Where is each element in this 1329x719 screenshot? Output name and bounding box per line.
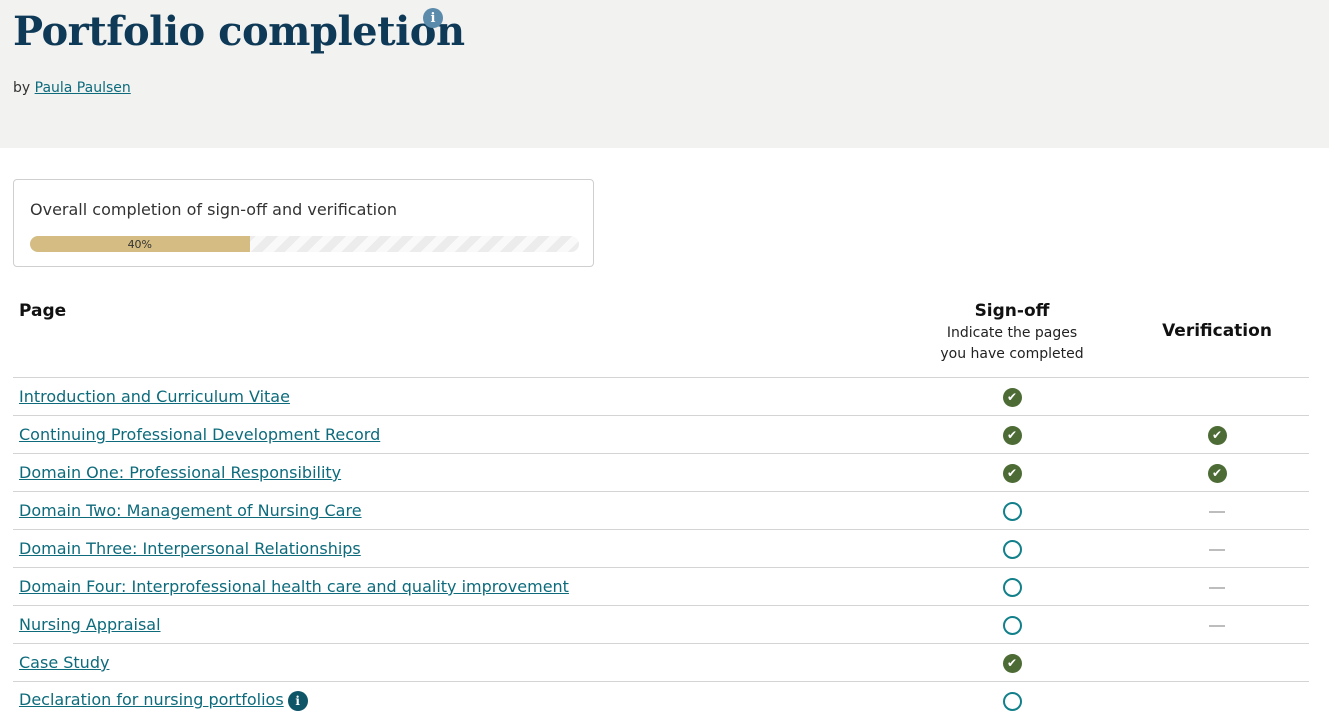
progress-percent: 40% <box>128 238 152 251</box>
signoff-cell <box>899 530 1125 568</box>
table-row: Introduction and Curriculum Vitae ✔ <box>13 378 1309 416</box>
page-link[interactable]: Domain One: Professional Responsibility <box>19 463 341 482</box>
table-row: Nursing Appraisal <box>13 606 1309 644</box>
empty-circle-icon[interactable] <box>1003 502 1022 521</box>
page-cell: Domain Three: Interpersonal Relationship… <box>13 530 899 568</box>
signoff-subtitle: Indicate the pages you have completed <box>899 323 1125 365</box>
table-row: Domain Four: Interprofessional health ca… <box>13 568 1309 606</box>
signoff-cell: ✔ <box>899 378 1125 416</box>
table-row: Domain Two: Management of Nursing Care <box>13 492 1309 530</box>
dash-icon <box>1209 511 1225 513</box>
page-cell: Domain Two: Management of Nursing Care <box>13 492 899 530</box>
page-cell: Domain One: Professional Responsibility <box>13 454 899 492</box>
signoff-cell <box>899 568 1125 606</box>
empty-circle-icon[interactable] <box>1003 616 1022 635</box>
table-row: Case Study ✔ <box>13 644 1309 682</box>
check-circle-icon: ✔ <box>1003 464 1022 483</box>
check-circle-icon: ✔ <box>1003 426 1022 445</box>
verification-cell <box>1125 682 1309 719</box>
check-circle-icon: ✔ <box>1003 654 1022 673</box>
verification-cell <box>1125 378 1309 416</box>
table-row: Continuing Professional Development Reco… <box>13 416 1309 454</box>
completion-label: Overall completion of sign-off and verif… <box>30 200 397 219</box>
page-link[interactable]: Case Study <box>19 653 109 672</box>
page-cell: Domain Four: Interprofessional health ca… <box>13 568 899 606</box>
page-link[interactable]: Nursing Appraisal <box>19 615 161 634</box>
verification-cell <box>1125 492 1309 530</box>
signoff-sub-line2: you have completed <box>940 346 1083 362</box>
page-cell: Declaration for nursing portfoliosi <box>13 682 899 719</box>
page-cell: Case Study <box>13 644 899 682</box>
table-row: Domain One: Professional Responsibility ✔… <box>13 454 1309 492</box>
verification-cell <box>1125 606 1309 644</box>
page-link[interactable]: Domain Four: Interprofessional health ca… <box>19 577 569 596</box>
table-row: Domain Three: Interpersonal Relationship… <box>13 530 1309 568</box>
signoff-cell <box>899 492 1125 530</box>
signoff-cell: ✔ <box>899 416 1125 454</box>
page-cell: Continuing Professional Development Reco… <box>13 416 899 454</box>
progress-fill: 40% <box>30 236 250 252</box>
signoff-cell: ✔ <box>899 644 1125 682</box>
page-link[interactable]: Domain Two: Management of Nursing Care <box>19 501 362 520</box>
page-link[interactable]: Continuing Professional Development Reco… <box>19 425 380 444</box>
col-header-signoff: Sign-off Indicate the pages you have com… <box>899 296 1125 378</box>
page-header: Portfolio completion i by Paula Paulsen <box>0 0 1329 148</box>
dash-icon <box>1209 625 1225 627</box>
table-row: Declaration for nursing portfoliosi <box>13 682 1309 719</box>
page-link[interactable]: Domain Three: Interpersonal Relationship… <box>19 539 361 558</box>
empty-circle-icon[interactable] <box>1003 692 1022 711</box>
col-header-verification: Verification <box>1125 296 1309 378</box>
signoff-cell: ✔ <box>899 454 1125 492</box>
check-circle-icon: ✔ <box>1208 426 1227 445</box>
verification-cell <box>1125 644 1309 682</box>
col-header-page: Page <box>13 296 899 378</box>
verification-cell <box>1125 568 1309 606</box>
dash-icon <box>1209 587 1225 589</box>
progress-bar: 40% <box>30 236 579 252</box>
page-link[interactable]: Introduction and Curriculum Vitae <box>19 387 290 406</box>
page-link[interactable]: Declaration for nursing portfolios <box>19 690 284 709</box>
empty-circle-icon[interactable] <box>1003 578 1022 597</box>
page-title: Portfolio completion <box>13 8 465 55</box>
verification-cell: ✔ <box>1125 454 1309 492</box>
verification-cell <box>1125 530 1309 568</box>
pages-table: Page Sign-off Indicate the pages you hav… <box>13 296 1309 719</box>
author-link[interactable]: Paula Paulsen <box>35 80 131 96</box>
page-cell: Introduction and Curriculum Vitae <box>13 378 899 416</box>
by-label: by <box>13 80 30 96</box>
signoff-title: Sign-off <box>975 301 1050 321</box>
check-circle-icon: ✔ <box>1003 388 1022 407</box>
completion-card: Overall completion of sign-off and verif… <box>13 179 594 267</box>
byline: by Paula Paulsen <box>13 80 131 96</box>
verification-cell: ✔ <box>1125 416 1309 454</box>
info-icon[interactable]: i <box>288 691 308 711</box>
dash-icon <box>1209 549 1225 551</box>
verification-title: Verification <box>1162 321 1272 341</box>
page-cell: Nursing Appraisal <box>13 606 899 644</box>
signoff-sub-line1: Indicate the pages <box>947 325 1077 341</box>
table-header-row: Page Sign-off Indicate the pages you hav… <box>13 296 1309 378</box>
check-circle-icon: ✔ <box>1208 464 1227 483</box>
empty-circle-icon[interactable] <box>1003 540 1022 559</box>
info-icon[interactable]: i <box>423 8 443 28</box>
signoff-cell <box>899 606 1125 644</box>
signoff-cell <box>899 682 1125 719</box>
